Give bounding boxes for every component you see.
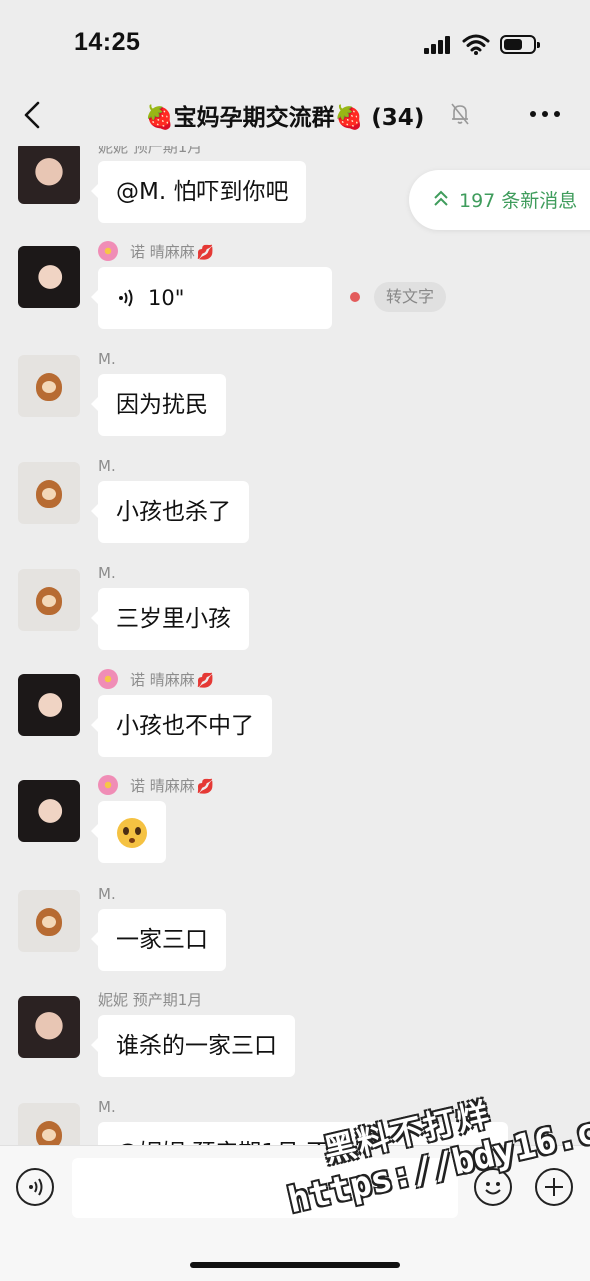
avatar[interactable]	[18, 146, 80, 204]
mute-bell-icon	[451, 103, 469, 125]
sender-name: 诺 晴麻麻 💋	[98, 241, 214, 262]
flower-emoji-icon	[98, 669, 118, 689]
message-bubble[interactable]: 因为扰民	[91, 374, 226, 436]
flower-emoji-icon	[98, 775, 118, 795]
voice-wave-icon	[119, 289, 133, 307]
unplayed-dot	[350, 292, 360, 302]
sender-name: M.	[98, 1098, 116, 1116]
avatar[interactable]	[18, 674, 80, 736]
message-input[interactable]	[72, 1158, 458, 1218]
emoji-message-bubble[interactable]	[91, 801, 166, 863]
sender-name: M.	[98, 564, 116, 582]
back-arrow-icon[interactable]	[20, 100, 44, 130]
status-time: 14:25	[74, 28, 141, 56]
avatar[interactable]	[18, 996, 80, 1058]
group-name: 🍓宝妈孕期交流群🍓	[145, 105, 364, 131]
status-bar: 14:25	[0, 0, 590, 88]
input-bar	[0, 1145, 590, 1281]
avatar[interactable]	[18, 355, 80, 417]
sender-name: M.	[98, 885, 116, 903]
message-list[interactable]: 妮妮 预产期1月 @M. 怕吓到你吧 诺 晴麻麻 💋 10" 转文字 M. 因为扰…	[0, 146, 590, 1145]
new-messages-button[interactable]: 197 条新消息	[409, 170, 590, 230]
sender-name: 妮妮 预产期1月	[98, 146, 203, 156]
message-bubble[interactable]: 小孩也杀了	[91, 481, 249, 543]
message-bubble[interactable]: 谁杀的一家三口	[91, 1015, 295, 1077]
flushed-face-emoji-icon	[117, 817, 147, 848]
emoji-icon[interactable]	[474, 1168, 512, 1206]
avatar[interactable]	[18, 569, 80, 631]
avatar[interactable]	[18, 890, 80, 952]
message-bubble[interactable]: @M. 怕吓到你吧	[90, 161, 307, 223]
member-count: (34)	[371, 105, 425, 131]
sender-name: M.	[98, 457, 116, 475]
avatar[interactable]	[18, 1103, 80, 1145]
more-options-icon[interactable]	[530, 111, 562, 119]
flower-emoji-icon	[98, 241, 118, 261]
sender-name: 诺 晴麻麻 💋	[98, 775, 214, 796]
sender-name: M.	[98, 350, 116, 368]
cellular-signal-icon	[424, 36, 452, 54]
convert-to-text-button[interactable]: 转文字	[374, 282, 447, 312]
voice-input-toggle-icon[interactable]	[16, 1168, 54, 1206]
double-chevron-up-icon	[434, 190, 448, 206]
avatar[interactable]	[18, 246, 80, 308]
chat-header: 🍓宝妈孕期交流群🍓 (34)	[0, 88, 590, 146]
home-indicator	[190, 1262, 400, 1268]
new-messages-label: 197 条新消息	[459, 190, 578, 212]
lips-emoji-icon: 💋	[196, 245, 215, 261]
avatar[interactable]	[18, 462, 80, 524]
voice-message-bubble[interactable]: 10"	[91, 267, 332, 329]
battery-icon	[500, 35, 540, 54]
message-bubble[interactable]: @妮妮 预产期1月 不是扶…	[98, 1122, 508, 1145]
sender-name: 诺 晴麻麻 💋	[98, 669, 214, 690]
wifi-icon	[462, 34, 490, 55]
lips-emoji-icon: 💋	[196, 779, 215, 795]
avatar[interactable]	[18, 780, 80, 842]
message-bubble[interactable]: 小孩也不中了	[91, 695, 272, 757]
message-bubble[interactable]: 一家三口	[91, 909, 226, 971]
message-bubble[interactable]: 三岁里小孩	[91, 588, 249, 650]
lips-emoji-icon: 💋	[196, 673, 215, 689]
add-attachment-icon[interactable]	[535, 1168, 573, 1206]
sender-name: 妮妮 预产期1月	[98, 991, 203, 1009]
voice-duration: 10"	[148, 286, 185, 310]
group-title: 🍓宝妈孕期交流群🍓 (34)	[145, 98, 424, 132]
